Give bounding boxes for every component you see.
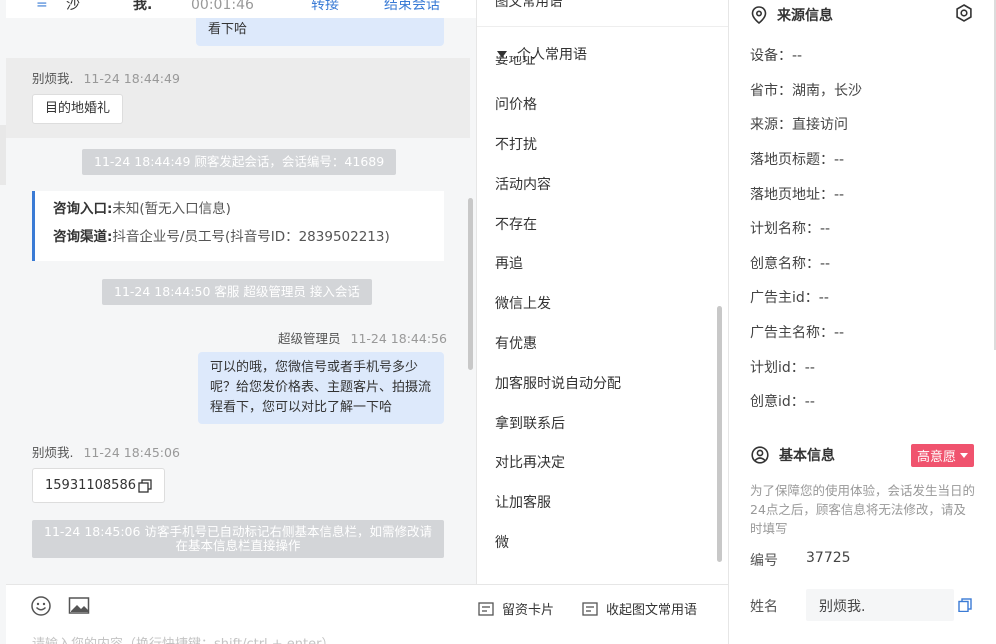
settings-icon[interactable] xyxy=(955,4,973,22)
basic-info-label: 基本信息 xyxy=(779,448,835,464)
visitor-message-block: 别烦我. 11-24 18:44:49 目的地婚礼 xyxy=(6,58,470,138)
sender-name: 超级管理员 xyxy=(278,331,341,346)
lead-card-button[interactable]: 留资卡片 xyxy=(478,599,554,618)
message-meta: 超级管理员 11-24 18:44:56 xyxy=(278,328,447,347)
session-timer: 00:01:46 xyxy=(191,0,254,13)
phrase-item[interactable]: 让加客服 xyxy=(495,492,551,512)
collapse-phrases-button[interactable]: 收起图文常用语 xyxy=(582,599,697,618)
channel-value: 抖音企业号/员工号(抖音号ID：2839502213) xyxy=(112,229,390,245)
source-row-creative-id: 创意id：-- xyxy=(750,394,815,410)
entry-info-card: 咨询入口:未知(暂无入口信息) 咨询渠道:抖音企业号/员工号(抖音号ID：283… xyxy=(32,191,444,261)
visitor-name: 沙 xyxy=(66,0,80,13)
card-icon xyxy=(478,601,494,616)
customer-info-panel: 来源信息 设备：-- 省市：湖南，长沙 来源：直接访问 落地页标题：-- 落地页… xyxy=(729,0,996,644)
channel-label: 咨询渠道: xyxy=(53,229,113,245)
edit-notice: 为了保障您的使用体验，会话发生当日的24点之后，顾客信息将无法修改，请及时填写 xyxy=(750,483,976,536)
chat-scrollbar[interactable] xyxy=(468,198,473,370)
message-text: 看下哈 xyxy=(208,22,248,37)
source-row-plan-name: 计划名称：-- xyxy=(750,221,831,237)
name-label: 姓名 xyxy=(750,599,778,615)
sender-name: 别烦我. xyxy=(32,71,74,86)
transfer-button[interactable]: 转接 xyxy=(311,0,339,14)
phrase-item[interactable]: 有优惠 xyxy=(495,333,537,353)
location-pin-icon xyxy=(751,6,767,24)
visitor-message-bubble: 15931108586 xyxy=(32,468,165,503)
menu-icon[interactable]: = xyxy=(36,0,48,14)
phrase-item[interactable]: 不打扰 xyxy=(495,134,537,154)
phrase-item[interactable]: 活动内容 xyxy=(495,174,551,194)
phrase-item[interactable]: 问价格 xyxy=(495,94,537,114)
phrase-item[interactable]: 要地址 xyxy=(495,56,536,70)
agent-message-bubble: 看下哈 xyxy=(196,18,444,46)
collapse-phrases-label: 收起图文常用语 xyxy=(606,603,698,618)
caret-down-icon xyxy=(960,453,969,458)
message-time: 11-24 18:44:56 xyxy=(350,331,447,346)
end-session-button[interactable]: 结束会话 xyxy=(384,0,440,14)
phrases-header[interactable]: 图文常用语 xyxy=(495,0,563,10)
name-field[interactable]: 别烦我. xyxy=(806,589,954,621)
message-list[interactable]: 看下哈 别烦我. 11-24 18:44:49 目的地婚礼 11-24 18:4… xyxy=(6,18,476,584)
card-icon xyxy=(582,601,598,616)
source-row-advertiser-id: 广告主id：-- xyxy=(750,290,829,306)
phrase-item[interactable]: 微 xyxy=(495,532,509,552)
message-meta: 别烦我. 11-24 18:45:06 xyxy=(32,442,180,461)
phrase-item[interactable]: 加客服时说自动分配 xyxy=(495,373,621,393)
message-text: 目的地婚礼 xyxy=(45,101,111,116)
intent-level-dropdown[interactable]: 高意愿 xyxy=(911,444,975,467)
message-time: 11-24 18:45:06 xyxy=(83,445,180,460)
message-text: 15931108586 xyxy=(45,477,136,493)
copy-icon[interactable] xyxy=(958,598,972,612)
system-message: 11-24 18:44:50 客服 超级管理员 接入会话 xyxy=(102,279,372,305)
source-info-title: 来源信息 xyxy=(751,5,833,25)
chat-panel: = 沙 我. 00:01:46 转接 结束会话 看下哈 别烦我. 11-24 1… xyxy=(0,0,476,644)
system-message: 11-24 18:44:49 顾客发起会话，会话编号：41689 xyxy=(82,149,397,175)
message-meta: 别烦我. 11-24 18:44:49 xyxy=(32,68,180,87)
phrase-item[interactable]: 对比再决定 xyxy=(495,452,565,472)
phrase-item[interactable]: 微信上发 xyxy=(495,293,551,313)
visitor-message-bubble: 目的地婚礼 xyxy=(32,94,124,124)
source-row-landing-url: 落地页地址：-- xyxy=(750,187,845,203)
phrase-item[interactable]: 拿到联系后 xyxy=(495,413,565,433)
source-row-plan-id: 计划id：-- xyxy=(750,360,815,376)
intent-level-label: 高意愿 xyxy=(917,450,957,465)
message-time: 11-24 18:44:49 xyxy=(83,71,180,86)
image-icon[interactable] xyxy=(68,595,90,617)
phrase-item[interactable]: 不存在 xyxy=(495,214,537,234)
source-row-landing-title: 落地页标题：-- xyxy=(750,152,845,168)
message-composer: 请输入您的内容（换行快捷键：shift/ctrl + enter） 留资卡片 收… xyxy=(6,584,728,644)
entry-value: 未知(暂无入口信息) xyxy=(112,201,231,217)
phrases-scrollbar[interactable] xyxy=(717,306,722,562)
sender-name: 别烦我. xyxy=(32,445,74,460)
source-row-creative-name: 创意名称：-- xyxy=(750,256,831,272)
id-value: 37725 xyxy=(806,550,851,566)
lead-card-label: 留资卡片 xyxy=(502,603,555,618)
user-circle-icon xyxy=(751,446,769,464)
system-message: 11-24 18:45:06 访客手机号已自动标记右侧基本信息栏，如需修改请在基… xyxy=(32,520,444,558)
workspace: = 沙 我. 00:01:46 转接 结束会话 看下哈 别烦我. 11-24 1… xyxy=(0,0,996,644)
source-row-region: 省市：湖南，长沙 xyxy=(750,83,862,99)
entry-label: 咨询入口: xyxy=(53,201,113,217)
source-info-label: 来源信息 xyxy=(777,8,833,24)
source-row-advertiser-name: 广告主名称：-- xyxy=(750,325,845,341)
agent-name: 我. xyxy=(133,0,153,13)
message-input[interactable]: 请输入您的内容（换行快捷键：shift/ctrl + enter） xyxy=(32,633,335,644)
quick-phrases-panel: 图文常用语 个人常用语 要地址 问价格 不打扰 活动内容 不存在 再追 微信上发… xyxy=(476,0,728,584)
phrase-item[interactable]: 再追 xyxy=(495,253,523,273)
chat-header: = 沙 我. 00:01:46 转接 结束会话 xyxy=(6,0,476,18)
id-label: 编号 xyxy=(750,553,778,569)
copy-icon[interactable] xyxy=(138,478,152,493)
agent-message-bubble: 可以的哦，您微信号或者手机号多少呢？给您发价格表、主题客片、拍摄流程看下，您可以… xyxy=(198,352,444,424)
basic-info-title: 基本信息 xyxy=(751,445,835,465)
message-text: 可以的哦，您微信号或者手机号多少呢？给您发价格表、主题客片、拍摄流程看下，您可以… xyxy=(210,360,432,415)
smile-icon[interactable] xyxy=(30,595,52,617)
source-row-device: 设备：-- xyxy=(750,48,803,64)
divider xyxy=(477,26,728,27)
source-row-origin: 来源：直接访问 xyxy=(750,117,848,133)
